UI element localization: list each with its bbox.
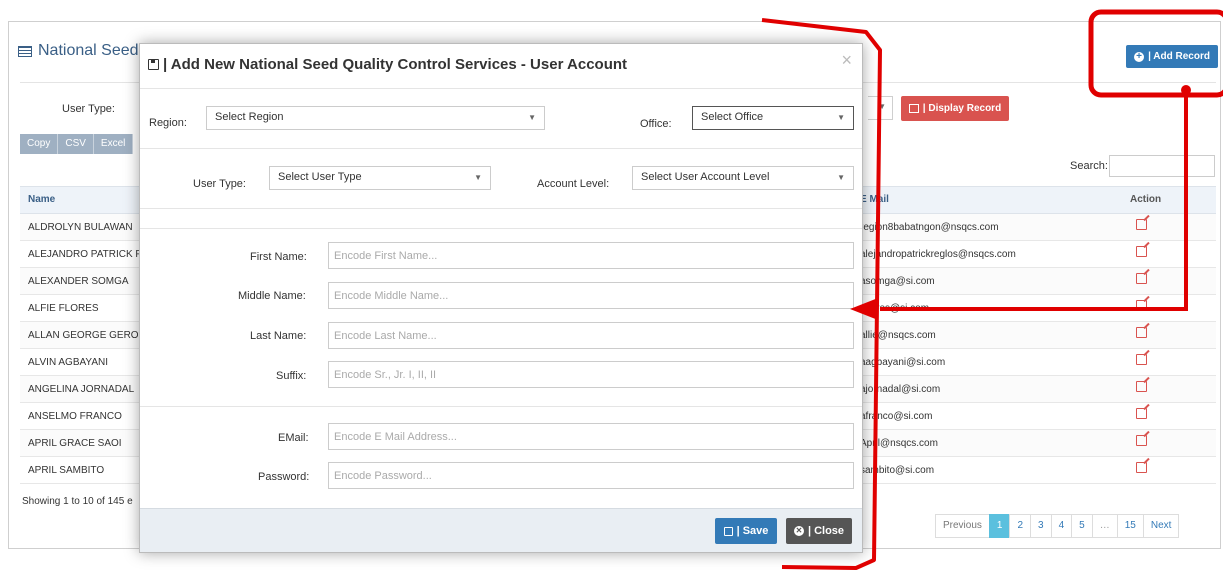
user-name-cell: ANGELINA JORNADAL (28, 384, 135, 395)
chevron-down-icon: ▼ (474, 173, 482, 182)
user-name-cell: APRIL SAMBITO (28, 465, 105, 476)
user-name-cell: ALVIN AGBAYANI (28, 357, 109, 368)
csv-button[interactable]: CSV (58, 134, 94, 154)
user-email-cell: aagbayani@si.com (860, 357, 946, 368)
user-email-cell: alejandropatrickreglos@nsqcs.com (860, 249, 1016, 260)
edit-icon[interactable] (1136, 300, 1147, 311)
display-record-button[interactable]: | Display Record (901, 96, 1009, 121)
export-button-group: Copy CSV Excel (20, 134, 134, 154)
password-input[interactable]: Encode Password... (328, 462, 854, 489)
edit-icon[interactable] (1136, 354, 1147, 365)
copy-button[interactable]: Copy (20, 134, 59, 154)
column-header-name[interactable]: Name (28, 194, 55, 205)
edit-icon[interactable] (1136, 273, 1147, 284)
filter-select[interactable] (868, 96, 893, 120)
modal-title: | Add New National Seed Quality Control … (148, 56, 627, 73)
user-type-label: User Type: (193, 178, 246, 190)
divider (140, 208, 862, 209)
page-title: National Seed (18, 42, 139, 60)
edit-icon[interactable] (1136, 327, 1147, 338)
search-label: Search: (1070, 160, 1108, 172)
chevron-down-icon: ▼ (837, 173, 845, 182)
user-name-cell: APRIL GRACE SAOI (28, 438, 122, 449)
account-level-label: Account Level: (537, 178, 610, 190)
save-icon (723, 526, 733, 536)
modal-close-icon[interactable]: × (841, 50, 852, 71)
user-type-select[interactable]: Select User Type ▼ (269, 166, 491, 190)
edit-icon[interactable] (1136, 408, 1147, 419)
list-icon (18, 45, 32, 57)
plus-circle-icon: + (1134, 51, 1145, 62)
edit-icon[interactable] (1136, 381, 1147, 392)
save-button[interactable]: | Save (715, 518, 777, 544)
user-email-cell: aflores@si.com (860, 303, 930, 314)
edit-icon[interactable] (1136, 219, 1147, 230)
pagination-page[interactable]: 5 (1071, 514, 1093, 538)
office-label: Office: (640, 118, 672, 130)
modal-footer: | Save ✕ | Close (140, 508, 862, 552)
user-name-cell: ALFIE FLORES (28, 303, 99, 314)
divider (140, 406, 862, 407)
edit-icon[interactable] (1136, 435, 1147, 446)
region-select[interactable]: Select Region ▼ (206, 106, 545, 130)
email-label: EMail: (278, 432, 309, 444)
divider (140, 228, 862, 229)
pagination-page[interactable]: 3 (1030, 514, 1052, 538)
column-header-email[interactable]: E Mail (860, 194, 889, 205)
suffix-label: Suffix: (276, 370, 307, 382)
user-type-filter-label: User Type: (62, 103, 115, 115)
pagination-next[interactable]: Next (1142, 514, 1180, 538)
middle-name-input[interactable]: Encode Middle Name... (328, 282, 854, 309)
add-user-modal: | Add New National Seed Quality Control … (139, 43, 863, 553)
pagination-page[interactable]: 4 (1050, 514, 1073, 538)
account-level-select[interactable]: Select User Account Level ▼ (632, 166, 854, 190)
close-button[interactable]: ✕ | Close (786, 518, 852, 544)
email-input[interactable]: Encode E Mail Address... (328, 423, 854, 450)
pagination-page[interactable]: 1 (988, 514, 1011, 538)
pagination: Previous 1 2 3 4 5 … 15 Next (935, 514, 1180, 538)
region-label: Region: (149, 117, 187, 129)
user-name-cell: ALLAN GEORGE GERO (28, 330, 139, 341)
save-icon (148, 59, 159, 70)
password-label: Password: (258, 471, 310, 483)
first-name-label: First Name: (250, 251, 307, 263)
chevron-down-icon: ▼ (837, 113, 845, 122)
last-name-label: Last Name: (250, 330, 307, 342)
close-circle-icon: ✕ (793, 526, 804, 536)
user-email-cell: April@nsqcs.com (860, 438, 938, 449)
excel-button[interactable]: Excel (93, 134, 134, 154)
pagination-ellipsis: … (1091, 514, 1118, 538)
middle-name-label: Middle Name: (238, 290, 306, 302)
user-name-cell: ALEXANDER SOMGA (28, 276, 129, 287)
pagination-page[interactable]: 15 (1116, 514, 1144, 538)
user-email-cell: afranco@si.com (860, 411, 933, 422)
user-name-cell: ALEJANDRO PATRICK F (28, 249, 142, 260)
user-email-cell: asomga@si.com (860, 276, 935, 287)
search-input[interactable] (1109, 155, 1215, 177)
chevron-down-icon: ▼ (528, 113, 536, 122)
showing-info: Showing 1 to 10 of 145 e (22, 496, 133, 507)
add-record-button[interactable]: + | Add Record (1126, 45, 1218, 68)
page-title-text: National Seed (38, 42, 139, 59)
user-email-cell: ajornadal@si.com (860, 384, 941, 395)
pagination-page[interactable]: 2 (1009, 514, 1032, 538)
suffix-input[interactable]: Encode Sr., Jr. I, II, II (328, 361, 854, 388)
last-name-input[interactable]: Encode Last Name... (328, 322, 854, 349)
user-name-cell: ANSELMO FRANCO (28, 411, 122, 422)
first-name-input[interactable]: Encode First Name... (328, 242, 854, 269)
modal-header: | Add New National Seed Quality Control … (140, 44, 862, 89)
edit-icon[interactable] (1136, 462, 1147, 473)
user-email-cell: allie@nsqcs.com (860, 330, 936, 341)
user-email-cell: region8babatngon@nsqcs.com (860, 222, 999, 233)
list-icon (908, 104, 919, 113)
divider (140, 148, 862, 149)
pagination-previous[interactable]: Previous (935, 514, 990, 538)
user-email-cell: sambito@si.com (860, 465, 935, 476)
office-select[interactable]: Select Office ▼ (692, 106, 854, 130)
column-header-action[interactable]: Action (1130, 194, 1161, 205)
edit-icon[interactable] (1136, 246, 1147, 257)
user-name-cell: ALDROLYN BULAWAN (28, 222, 133, 233)
